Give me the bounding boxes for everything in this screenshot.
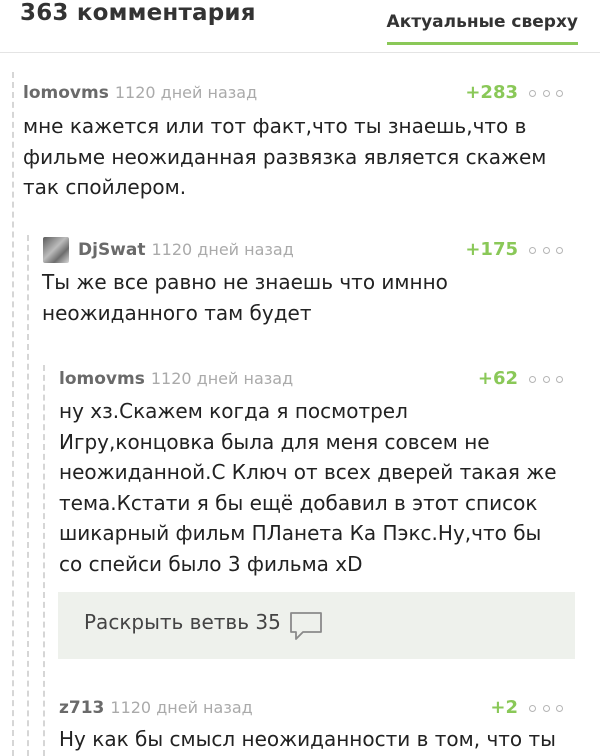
thread-line-level-2 bbox=[27, 235, 29, 756]
comment-text-line: со спейси было 3 фильма xD bbox=[59, 551, 363, 576]
comments-count-title: 363 комментария bbox=[20, 0, 256, 26]
comment-text: мне кажется или тот факт,что ты знаешь,ч… bbox=[23, 111, 546, 203]
comment-text-line: тема.Кстати я бы ещё добавил в этот спис… bbox=[59, 490, 538, 515]
more-options-icon[interactable] bbox=[529, 81, 563, 105]
comment-text: Ты же все равно не знаешь что имнно неож… bbox=[42, 267, 448, 328]
comment-header: lomovms 1120 дней назад bbox=[23, 81, 257, 105]
comment-time: 1120 дней назад bbox=[150, 369, 294, 388]
comments-header: 363 комментария Актуальные сверху bbox=[0, 0, 600, 53]
comment-header: DjSwat 1120 дней назад bbox=[78, 238, 294, 262]
comment-rating[interactable]: +175 bbox=[465, 238, 518, 262]
comment-rating[interactable]: +283 bbox=[465, 81, 518, 105]
more-options-icon[interactable] bbox=[529, 367, 563, 391]
comment-author[interactable]: lomovms bbox=[23, 83, 109, 103]
comment-author[interactable]: lomovms bbox=[59, 369, 145, 389]
comment-text-line: ну хз.Скажем когда я посмотрел bbox=[59, 399, 408, 423]
comment-author[interactable]: DjSwat bbox=[78, 240, 146, 260]
comment-text-line: шикарный фильм ПЛанета Ка Пэкс.Ну,что бы bbox=[59, 521, 542, 545]
comment-text-line: неожиданной.С Ключ от всех дверей такая … bbox=[59, 460, 557, 484]
comment-text-line: Ты же все равно не знаешь что имнно bbox=[42, 270, 448, 294]
more-options-icon[interactable] bbox=[529, 238, 563, 262]
comment-header: z713 1120 дней назад bbox=[59, 696, 253, 720]
comment-rating[interactable]: +62 bbox=[478, 367, 518, 391]
comment-author[interactable]: z713 bbox=[59, 698, 104, 718]
comment-time: 1120 дней назад bbox=[114, 83, 258, 102]
comment-time: 1120 дней назад bbox=[110, 698, 253, 717]
more-options-icon[interactable] bbox=[529, 696, 563, 720]
comment-text-line: Игру,концовка была для меня совсем не bbox=[59, 429, 490, 454]
comment-text-line: мне кажется или тот факт,что ты знаешь,ч… bbox=[23, 114, 527, 138]
expand-branch-button[interactable]: Раскрыть ветвь 35 bbox=[58, 592, 575, 659]
comment-header: lomovms 1120 дней назад bbox=[59, 367, 293, 391]
avatar[interactable] bbox=[43, 237, 69, 263]
thread-line-level-3 bbox=[43, 365, 45, 756]
thread-line-level-1 bbox=[12, 72, 14, 756]
comment-text-line: неожиданного там будет bbox=[42, 300, 312, 325]
comments-section: 363 комментария Актуальные сверху lomovm… bbox=[0, 0, 600, 756]
expand-branch-label: Раскрыть ветвь 35 bbox=[84, 610, 281, 634]
comment-text-line: так спойлером. bbox=[23, 175, 187, 199]
sort-tab-actual[interactable]: Актуальные сверху bbox=[386, 12, 578, 45]
comment-text: Ну как бы смысл неожиданности в том, что… bbox=[59, 724, 556, 755]
comment-rating[interactable]: +2 bbox=[490, 696, 518, 720]
comment-bubble-icon bbox=[290, 612, 322, 640]
comment-text: ну хз.Скажем когда я посмотрел Игру,конц… bbox=[59, 396, 557, 579]
comment-time: 1120 дней назад bbox=[151, 240, 294, 259]
comment-text-line: Ну как бы смысл неожиданности в том, что… bbox=[59, 727, 556, 751]
comment-text-line: фильме неожиданная развязка является ска… bbox=[23, 144, 547, 169]
